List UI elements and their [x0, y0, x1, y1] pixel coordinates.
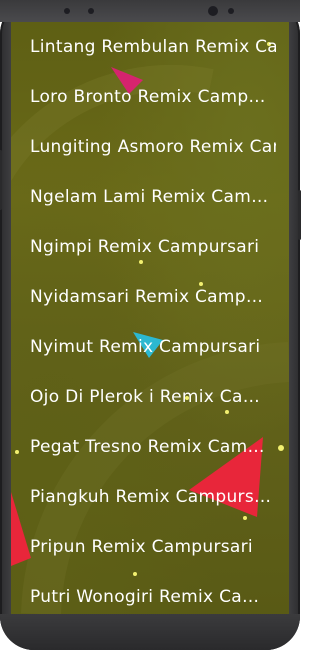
song-title: Ngelam Lami Remix Campursari	[30, 187, 271, 207]
list-item[interactable]: Nyidamsari Remix Campursari	[11, 272, 289, 322]
app-screen: Lintang Rembulan Remix Campursari Loro B…	[11, 22, 289, 614]
list-item[interactable]: Lungiting Asmoro Remix Campursari	[11, 122, 289, 172]
volume-button	[0, 150, 2, 210]
song-title: Pripun Remix Campursari	[30, 537, 253, 557]
power-button	[298, 190, 301, 240]
sensor-icon	[88, 8, 94, 14]
song-title: Putri Wonogiri Remix Campursari	[30, 587, 271, 607]
list-item[interactable]: Pripun Remix Campursari	[11, 522, 289, 572]
list-item[interactable]: Ngelam Lami Remix Campursari	[11, 172, 289, 222]
sensor-icon	[64, 8, 70, 14]
song-title: Nyimut Remix Campursari	[30, 337, 261, 357]
list-item[interactable]: Piangkuh Remix Campursari	[11, 472, 289, 522]
list-item[interactable]: Pegat Tresno Remix Campursari	[11, 422, 289, 472]
song-title: Piangkuh Remix Campursari	[30, 487, 271, 507]
song-title: Ojo Di Plerok i Remix Campursari	[30, 387, 271, 407]
song-title: Pegat Tresno Remix Campursari	[30, 437, 271, 457]
list-item[interactable]: Putri Wonogiri Remix Campursari	[11, 572, 289, 614]
list-item[interactable]: Loro Bronto Remix Campursari	[11, 72, 289, 122]
song-title: Lungiting Asmoro Remix Campursari	[30, 137, 276, 157]
list-item[interactable]: Ngimpi Remix Campursari	[11, 222, 289, 272]
list-item[interactable]: Ojo Di Plerok i Remix Campursari	[11, 372, 289, 422]
song-title: Loro Bronto Remix Campursari	[30, 87, 271, 107]
front-camera-icon	[208, 6, 218, 16]
top-bezel	[0, 0, 300, 22]
song-title: Nyidamsari Remix Campursari	[30, 287, 271, 307]
bottom-bezel	[0, 614, 300, 650]
song-title: Lintang Rembulan Remix Campursari	[30, 37, 276, 57]
list-item[interactable]: Lintang Rembulan Remix Campursari	[11, 22, 289, 72]
list-item[interactable]: Nyimut Remix Campursari	[11, 322, 289, 372]
phone-frame: Lintang Rembulan Remix Campursari Loro B…	[0, 0, 301, 650]
sensor-icon	[228, 8, 234, 14]
song-title: Ngimpi Remix Campursari	[30, 237, 260, 257]
